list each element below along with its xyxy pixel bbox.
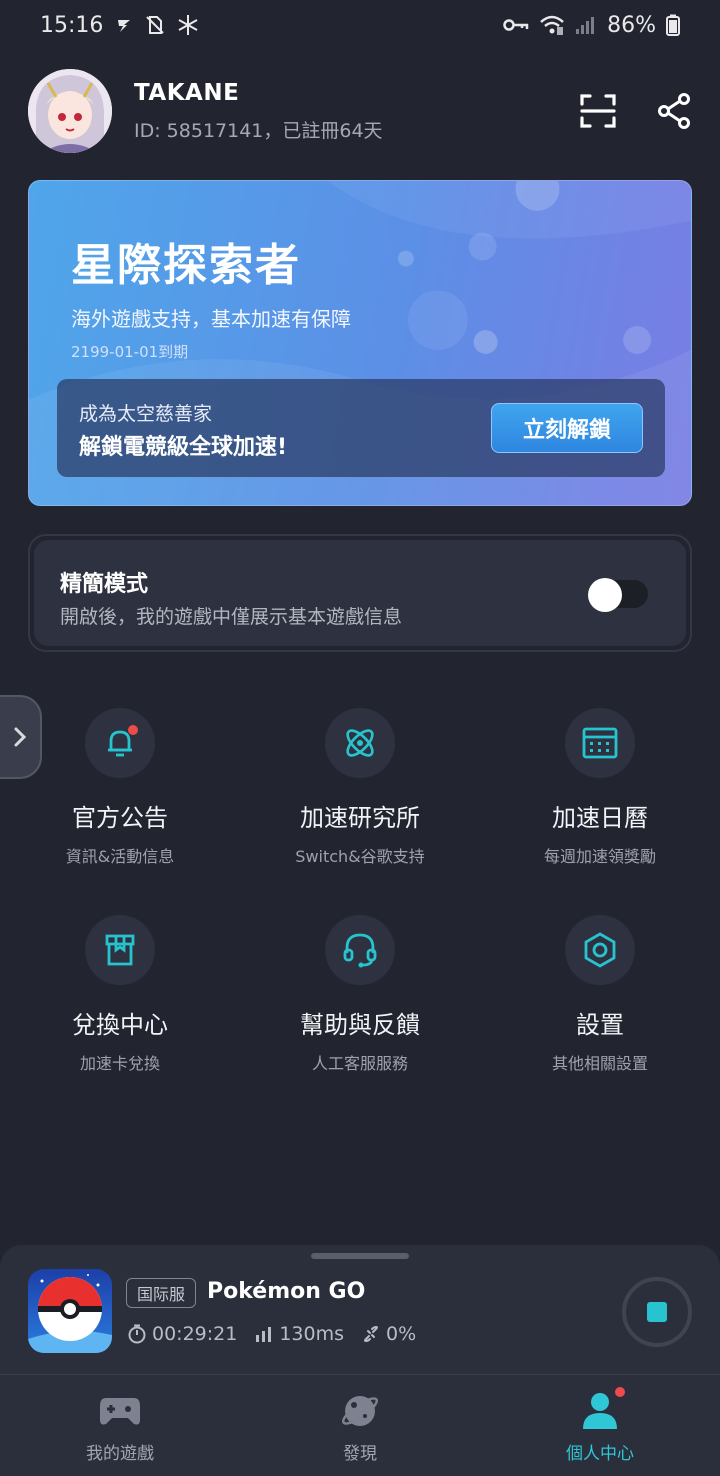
feature-official-announcements[interactable]: 官方公告 資訊&活動信息 [20,708,220,867]
feature-label: 官方公告 [72,804,168,832]
headset-icon [325,915,395,985]
game-icon-pokemon-go[interactable] [28,1269,112,1353]
snowflake-icon [177,14,199,36]
atom-icon [325,708,395,778]
duration-stat: 00:29:21 [128,1323,237,1345]
bottom-navigation: 我的遊戲 發現 個人中心 [0,1374,720,1476]
link-broken-icon [364,1325,379,1343]
signal-alert-icon [115,16,133,34]
simple-mode-toggle[interactable] [588,578,648,612]
toggle-knob [588,578,622,612]
share-button[interactable] [656,93,692,129]
feature-label: 兌換中心 [72,1011,168,1039]
gift-box-icon [85,915,155,985]
packet-loss-stat: 0% [362,1323,416,1345]
latency-bars-icon [256,1327,272,1342]
upgrade-banner-subtitle: 成為太空慈善家 [79,403,213,425]
avatar[interactable] [28,69,112,153]
feature-label: 加速日曆 [552,804,648,832]
feature-help-feedback[interactable]: 幫助與反饋 人工客服服務 [260,915,460,1074]
nav-label: 發現 [343,1444,377,1464]
nav-label: 我的遊戲 [86,1444,154,1464]
vip-description: 海外遊戲支持，基本加速有保障 [71,307,351,331]
cell-signal-icon [575,15,597,35]
nav-my-games[interactable]: 我的遊戲 [0,1375,240,1476]
stop-acceleration-button[interactable] [622,1277,692,1347]
feature-subtitle: 人工客服服務 [311,1054,408,1073]
latency-value: 130ms [279,1323,345,1345]
feature-acceleration-calendar[interactable]: 加速日曆 每週加速領獎勵 [500,708,700,867]
now-playing-panel[interactable]: 国际服 Pokémon GO 00:29:21 130ms 0% [0,1245,720,1375]
settings-hexagon-icon [565,915,635,985]
simple-mode-card: 精簡模式 開啟後，我的遊戲中僅展示基本遊戲信息 [28,534,692,652]
feature-subtitle: 加速卡兌換 [79,1054,160,1073]
battery-icon [666,14,680,36]
duration-value: 00:29:21 [152,1323,238,1345]
user-id-text: ID: 58517141，已註冊64天 [134,119,383,142]
nav-label: 個人中心 [566,1444,634,1464]
feature-subtitle: 每週加速領獎勵 [543,847,656,866]
profile-header: TAKANE ID: 58517141，已註冊64天 [28,68,692,154]
server-region-tag: 国际服 [126,1278,197,1308]
nav-profile[interactable]: 個人中心 [480,1375,720,1476]
game-title: Pokémon GO [207,1279,366,1304]
vip-expiry-date: 2199-01-01到期 [71,343,189,361]
feature-label: 幫助與反饋 [300,1011,420,1039]
no-sim-icon [145,15,165,35]
vpn-key-icon [503,17,529,33]
vip-membership-card[interactable]: 星際探索者 海外遊戲支持，基本加速有保障 2199-01-01到期 成為太空慈善… [28,180,692,506]
share-icon [658,93,690,129]
stop-icon [647,1302,667,1322]
username: TAKANE [134,79,240,106]
status-time: 15:16 [40,12,104,38]
vip-tier-title: 星際探索者 [71,240,301,291]
feature-acceleration-lab[interactable]: 加速研究所 Switch&谷歌支持 [260,708,460,867]
scan-button[interactable] [580,93,616,129]
feature-settings[interactable]: 設置 其他相關設置 [500,915,700,1074]
packet-loss-value: 0% [386,1323,417,1345]
feature-subtitle: 資訊&活動信息 [65,847,175,866]
upgrade-banner: 成為太空慈善家 解鎖電競級全球加速! 立刻解鎖 [57,379,665,477]
acceleration-stats: 00:29:21 130ms 0% [128,1323,416,1345]
scan-icon [580,94,616,128]
feature-subtitle: Switch&谷歌支持 [295,847,425,866]
nav-discover[interactable]: 發現 [240,1375,480,1476]
gamepad-icon [98,1389,142,1433]
person-icon [578,1387,625,1433]
feature-subtitle: 其他相關設置 [551,1054,648,1073]
unread-dot [128,725,138,735]
stopwatch-icon [128,1324,146,1344]
upgrade-banner-title: 解鎖電競級全球加速! [79,435,288,460]
planet-icon [338,1389,382,1433]
notification-dot [615,1387,625,1397]
status-bar: 15:16 86% [0,0,720,50]
drag-handle[interactable] [311,1253,409,1259]
feature-label: 設置 [576,1011,624,1039]
feature-redeem-center[interactable]: 兌換中心 加速卡兌換 [20,915,220,1074]
latency-stat: 130ms [255,1323,344,1345]
simple-mode-title: 精簡模式 [60,572,149,597]
calendar-icon [565,708,635,778]
battery-percent: 86% [607,12,656,38]
simple-mode-description: 開啟後，我的遊戲中僅展示基本遊戲信息 [60,606,403,628]
feature-label: 加速研究所 [300,804,420,832]
bell-icon [85,708,155,778]
wifi-icon [539,14,565,36]
unlock-now-button[interactable]: 立刻解鎖 [491,403,643,453]
